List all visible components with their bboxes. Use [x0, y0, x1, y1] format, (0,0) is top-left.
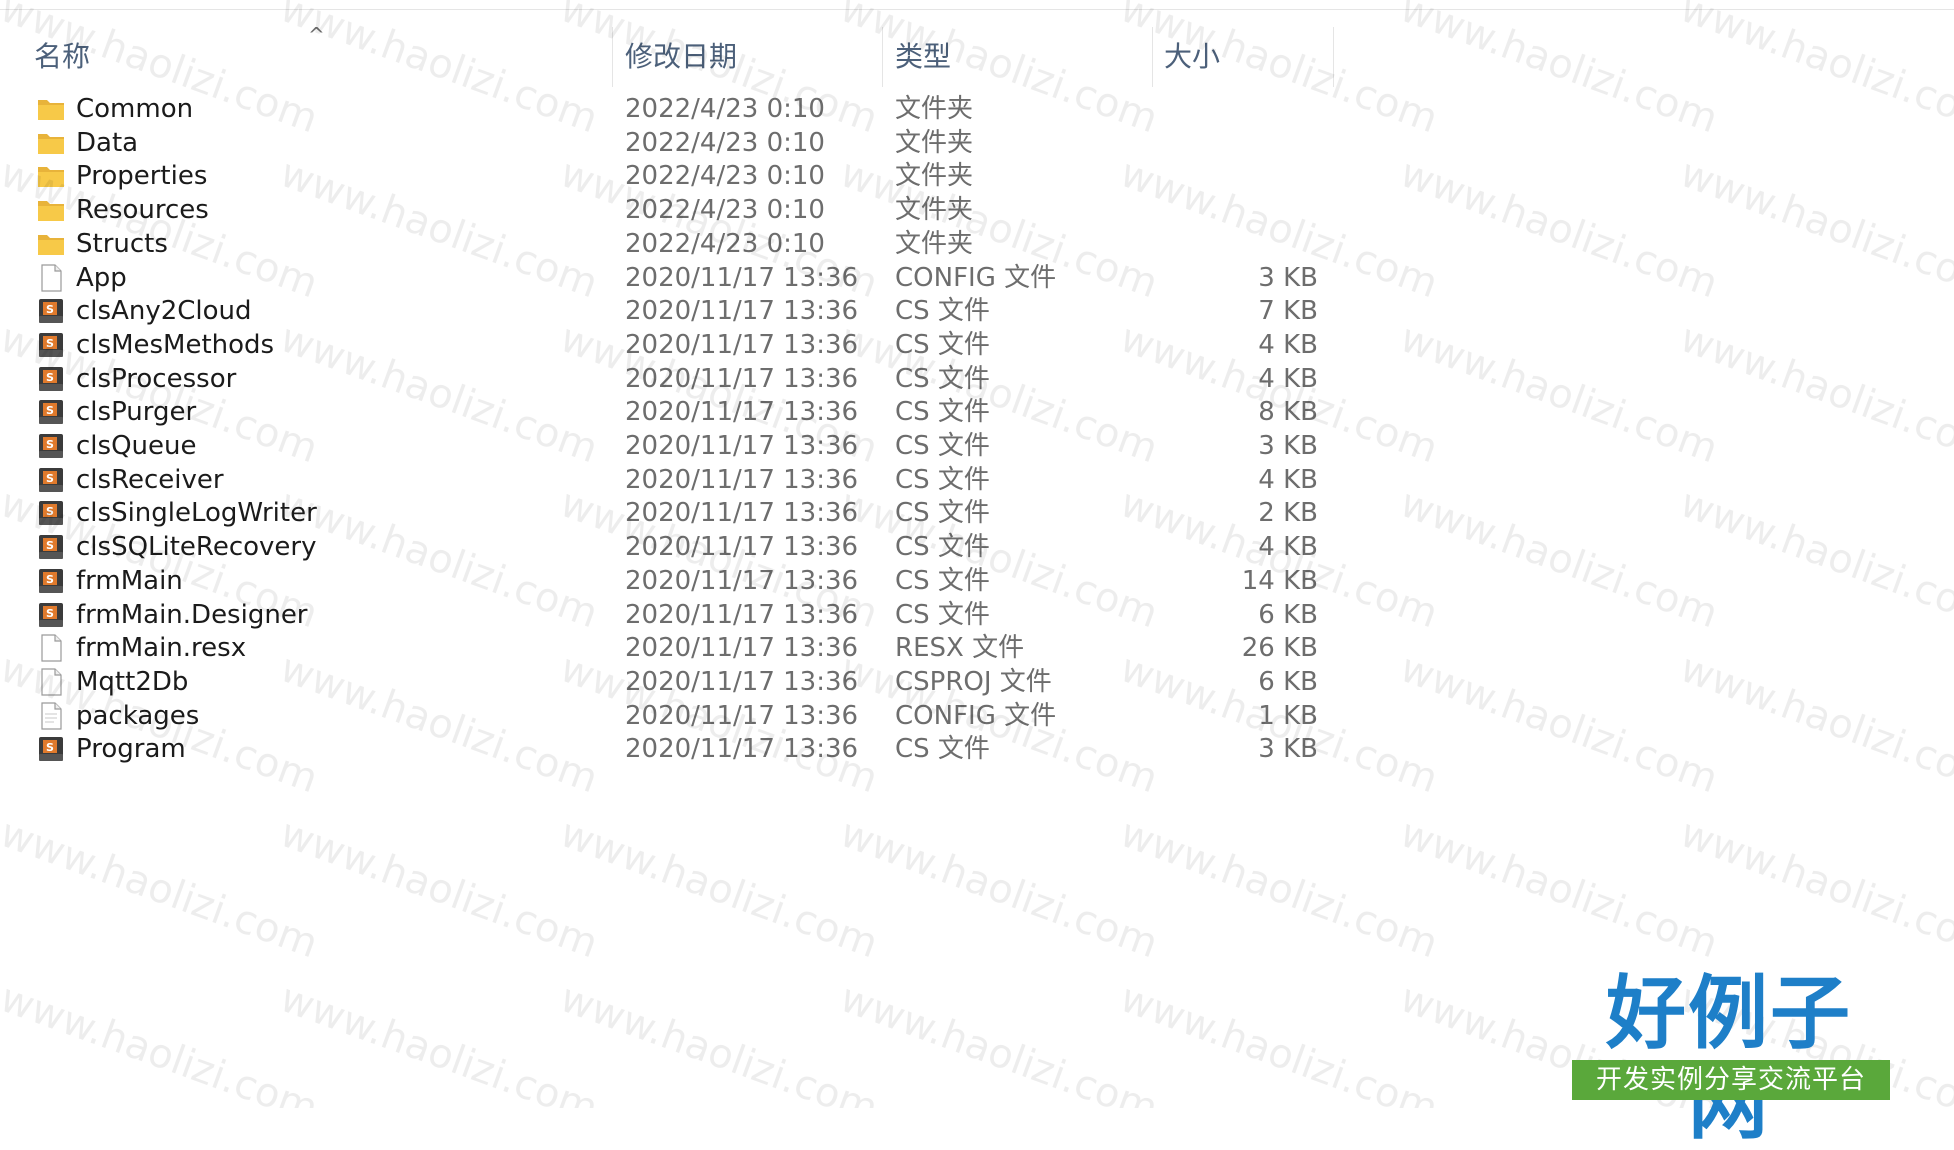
- svg-text:S: S: [46, 573, 54, 586]
- cs-file-icon: S: [36, 567, 66, 595]
- cs-file-icon: S: [36, 432, 66, 460]
- cs-file-icon: S: [36, 466, 66, 494]
- watermark-text: www.haolizi.com: [274, 810, 604, 968]
- folder-icon: [36, 162, 66, 190]
- file-row[interactable]: S Program 2020/11/17 13:36 CS 文件 3 KB: [0, 728, 1340, 770]
- config-file-icon: [36, 701, 66, 730]
- cs-file-icon: S: [36, 398, 66, 426]
- watermark-text: www.haolizi.com: [1394, 480, 1724, 638]
- file-size: 3 KB: [1258, 734, 1318, 765]
- watermark-text: www.haolizi.com: [1674, 315, 1954, 473]
- column-divider[interactable]: [1152, 27, 1153, 87]
- watermark-text: www.haolizi.com: [554, 975, 884, 1108]
- folder-icon: [36, 129, 66, 157]
- blank-file-icon: [36, 263, 66, 292]
- cs-file-icon: S: [36, 601, 66, 629]
- column-header-row: ^ 名称 修改日期 类型 大小: [0, 9, 1954, 89]
- watermark-text: www.haolizi.com: [834, 810, 1164, 968]
- watermark-text: www.haolizi.com: [1674, 480, 1954, 638]
- watermark-text: www.haolizi.com: [834, 975, 1164, 1108]
- site-logo: 好例子网 开发实例分享交流平台: [1568, 966, 1890, 1150]
- column-header-size[interactable]: 大小: [1164, 37, 1220, 77]
- sort-ascending-icon: ^: [308, 23, 325, 47]
- watermark-text: www.haolizi.com: [1674, 645, 1954, 803]
- cs-file-icon: S: [36, 331, 66, 359]
- svg-text:S: S: [46, 404, 54, 417]
- column-header-type[interactable]: 类型: [895, 37, 951, 77]
- folder-icon: [36, 230, 66, 258]
- svg-text:S: S: [46, 337, 54, 350]
- folder-icon: [36, 95, 66, 123]
- watermark-text: www.haolizi.com: [1394, 810, 1724, 968]
- watermark-text: www.haolizi.com: [274, 975, 604, 1108]
- logo-subtitle: 开发实例分享交流平台: [1572, 1060, 1890, 1100]
- cs-file-icon: S: [36, 533, 66, 561]
- folder-icon: [36, 196, 66, 224]
- svg-text:S: S: [46, 371, 54, 384]
- svg-text:S: S: [46, 505, 54, 518]
- svg-text:S: S: [46, 303, 54, 316]
- column-divider[interactable]: [612, 27, 613, 87]
- svg-text:S: S: [46, 438, 54, 451]
- svg-text:S: S: [46, 472, 54, 485]
- watermark-text: www.haolizi.com: [1114, 975, 1444, 1108]
- cs-file-icon: S: [36, 499, 66, 527]
- cs-file-icon: S: [36, 365, 66, 393]
- watermark-text: www.haolizi.com: [1394, 150, 1724, 308]
- svg-text:S: S: [46, 539, 54, 552]
- cs-file-icon: S: [36, 297, 66, 325]
- watermark-text: www.haolizi.com: [0, 810, 324, 968]
- blank-file-icon: [36, 668, 66, 696]
- blank-file-icon: [36, 634, 66, 662]
- watermark-text: www.haolizi.com: [1394, 315, 1724, 473]
- column-header-name[interactable]: 名称: [34, 37, 90, 77]
- watermark-text: www.haolizi.com: [1674, 150, 1954, 308]
- svg-text:S: S: [46, 607, 54, 620]
- watermark-text: www.haolizi.com: [1674, 810, 1954, 968]
- watermark-text: www.haolizi.com: [1114, 810, 1444, 968]
- column-divider[interactable]: [882, 27, 883, 87]
- file-date: 2020/11/17 13:36: [625, 734, 859, 765]
- file-name: Program: [76, 734, 186, 765]
- column-divider[interactable]: [1333, 27, 1334, 87]
- cs-file-icon: S: [36, 735, 66, 763]
- watermark-text: www.haolizi.com: [0, 975, 324, 1108]
- watermark-text: www.haolizi.com: [1394, 645, 1724, 803]
- logo-title: 好例子网: [1606, 966, 1852, 1150]
- file-type: CS 文件: [895, 734, 990, 765]
- svg-text:S: S: [46, 741, 54, 754]
- column-header-date[interactable]: 修改日期: [625, 37, 737, 77]
- watermark-text: www.haolizi.com: [554, 810, 884, 968]
